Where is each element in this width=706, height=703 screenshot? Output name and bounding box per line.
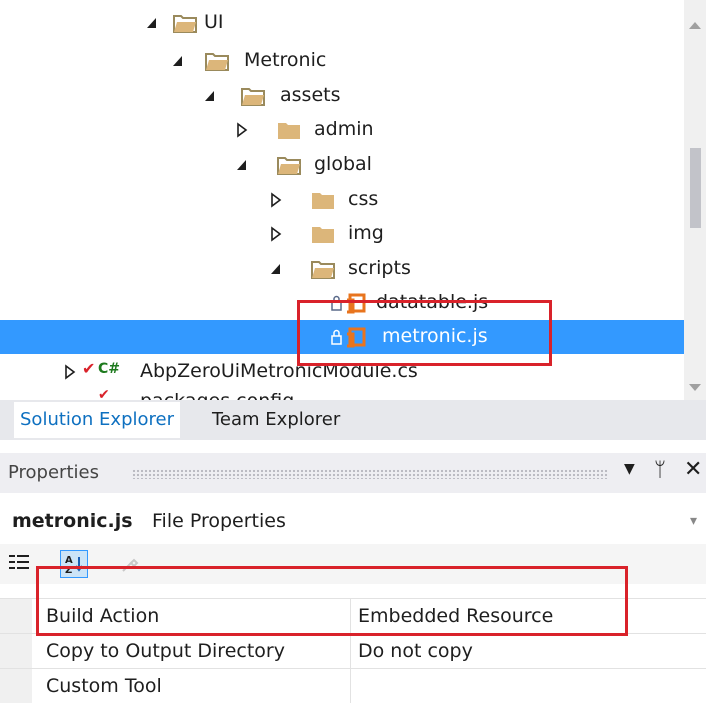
tree-item-label: img: [348, 222, 384, 244]
tree-item-admin[interactable]: admin: [0, 113, 684, 147]
tree-item-label: global: [314, 153, 372, 175]
row-gutter: [0, 669, 32, 703]
tree-item-label: assets: [280, 84, 341, 106]
scrollbar-thumb[interactable]: [690, 148, 701, 228]
folder-open-icon: [205, 53, 229, 71]
folder-icon: [312, 227, 334, 243]
checkmark-icon: ✔: [82, 359, 96, 378]
expanded-arrow-icon[interactable]: [236, 157, 248, 173]
collapsed-arrow-icon[interactable]: [270, 226, 282, 242]
tree-item-scripts[interactable]: scripts: [0, 252, 684, 286]
property-name: Copy to Output Directory: [46, 640, 285, 662]
collapsed-arrow-icon[interactable]: [64, 364, 76, 380]
tree-item-label: packages.config: [140, 389, 294, 400]
folder-open-icon: [241, 88, 265, 106]
folder-open-icon: [173, 15, 197, 33]
tree-item-ui[interactable]: UI: [0, 6, 684, 40]
tree-item-global[interactable]: global: [0, 148, 684, 182]
folder-icon: [278, 123, 300, 139]
tree-item-css[interactable]: css: [0, 183, 684, 217]
collapsed-arrow-icon[interactable]: [270, 192, 282, 208]
tree-item-label: UI: [204, 11, 224, 33]
tree-item-packages-config[interactable]: ✔ packages.config: [0, 385, 684, 400]
object-name: metronic.js: [12, 510, 133, 532]
folder-open-icon: [311, 261, 335, 279]
tree-item-label: Metronic: [244, 49, 327, 71]
tree-item-img[interactable]: img: [0, 217, 684, 251]
tab-solution-explorer[interactable]: Solution Explorer: [14, 402, 180, 438]
chevron-down-icon[interactable]: ▾: [690, 513, 697, 529]
header-grip: [132, 469, 608, 479]
folder-open-icon: [277, 157, 301, 175]
properties-title: Properties: [8, 462, 99, 483]
expanded-arrow-icon[interactable]: [204, 88, 216, 104]
tree-scrollbar[interactable]: [684, 0, 706, 400]
close-icon[interactable]: ✕: [684, 457, 702, 482]
dropdown-arrow-icon[interactable]: ▼: [624, 461, 635, 477]
expanded-arrow-icon[interactable]: [172, 53, 184, 69]
config-file-icon: ✔: [98, 387, 110, 400]
column-divider[interactable]: [350, 669, 351, 703]
tree-item-label: scripts: [348, 257, 411, 279]
expanded-arrow-icon[interactable]: [146, 15, 158, 31]
tree-item-assets[interactable]: assets: [0, 79, 684, 113]
categorized-icon[interactable]: [8, 552, 32, 574]
object-selector[interactable]: metronic.js File Properties ▾: [0, 505, 706, 539]
panel-tabs: Solution Explorer Team Explorer: [0, 400, 706, 440]
tab-team-explorer[interactable]: Team Explorer: [206, 402, 346, 438]
pin-icon[interactable]: ᛘ: [654, 457, 666, 481]
properties-header: Properties ▼ ᛘ ✕: [0, 453, 706, 493]
folder-icon: [312, 193, 334, 209]
scroll-down-arrow-icon[interactable]: [689, 384, 701, 391]
row-gutter: [0, 634, 32, 668]
csharp-file-icon: C#: [98, 361, 121, 377]
property-name: Custom Tool: [46, 675, 162, 697]
property-row-copy-output[interactable]: Copy to Output Directory Do not copy: [0, 633, 706, 668]
object-type: File Properties: [152, 510, 286, 532]
property-value[interactable]: Do not copy: [358, 639, 473, 663]
expanded-arrow-icon[interactable]: [270, 261, 282, 277]
tree-item-metronic[interactable]: Metronic: [0, 44, 684, 78]
property-row-custom-tool[interactable]: Custom Tool: [0, 668, 706, 703]
scroll-up-arrow-icon[interactable]: [689, 22, 701, 29]
tree-item-label: admin: [314, 118, 374, 140]
highlight-box-file: [297, 300, 552, 366]
tree-item-label: css: [348, 188, 379, 210]
row-gutter: [0, 599, 32, 633]
collapsed-arrow-icon[interactable]: [236, 122, 248, 138]
highlight-box-build-action: [36, 566, 628, 636]
column-divider[interactable]: [350, 634, 351, 668]
